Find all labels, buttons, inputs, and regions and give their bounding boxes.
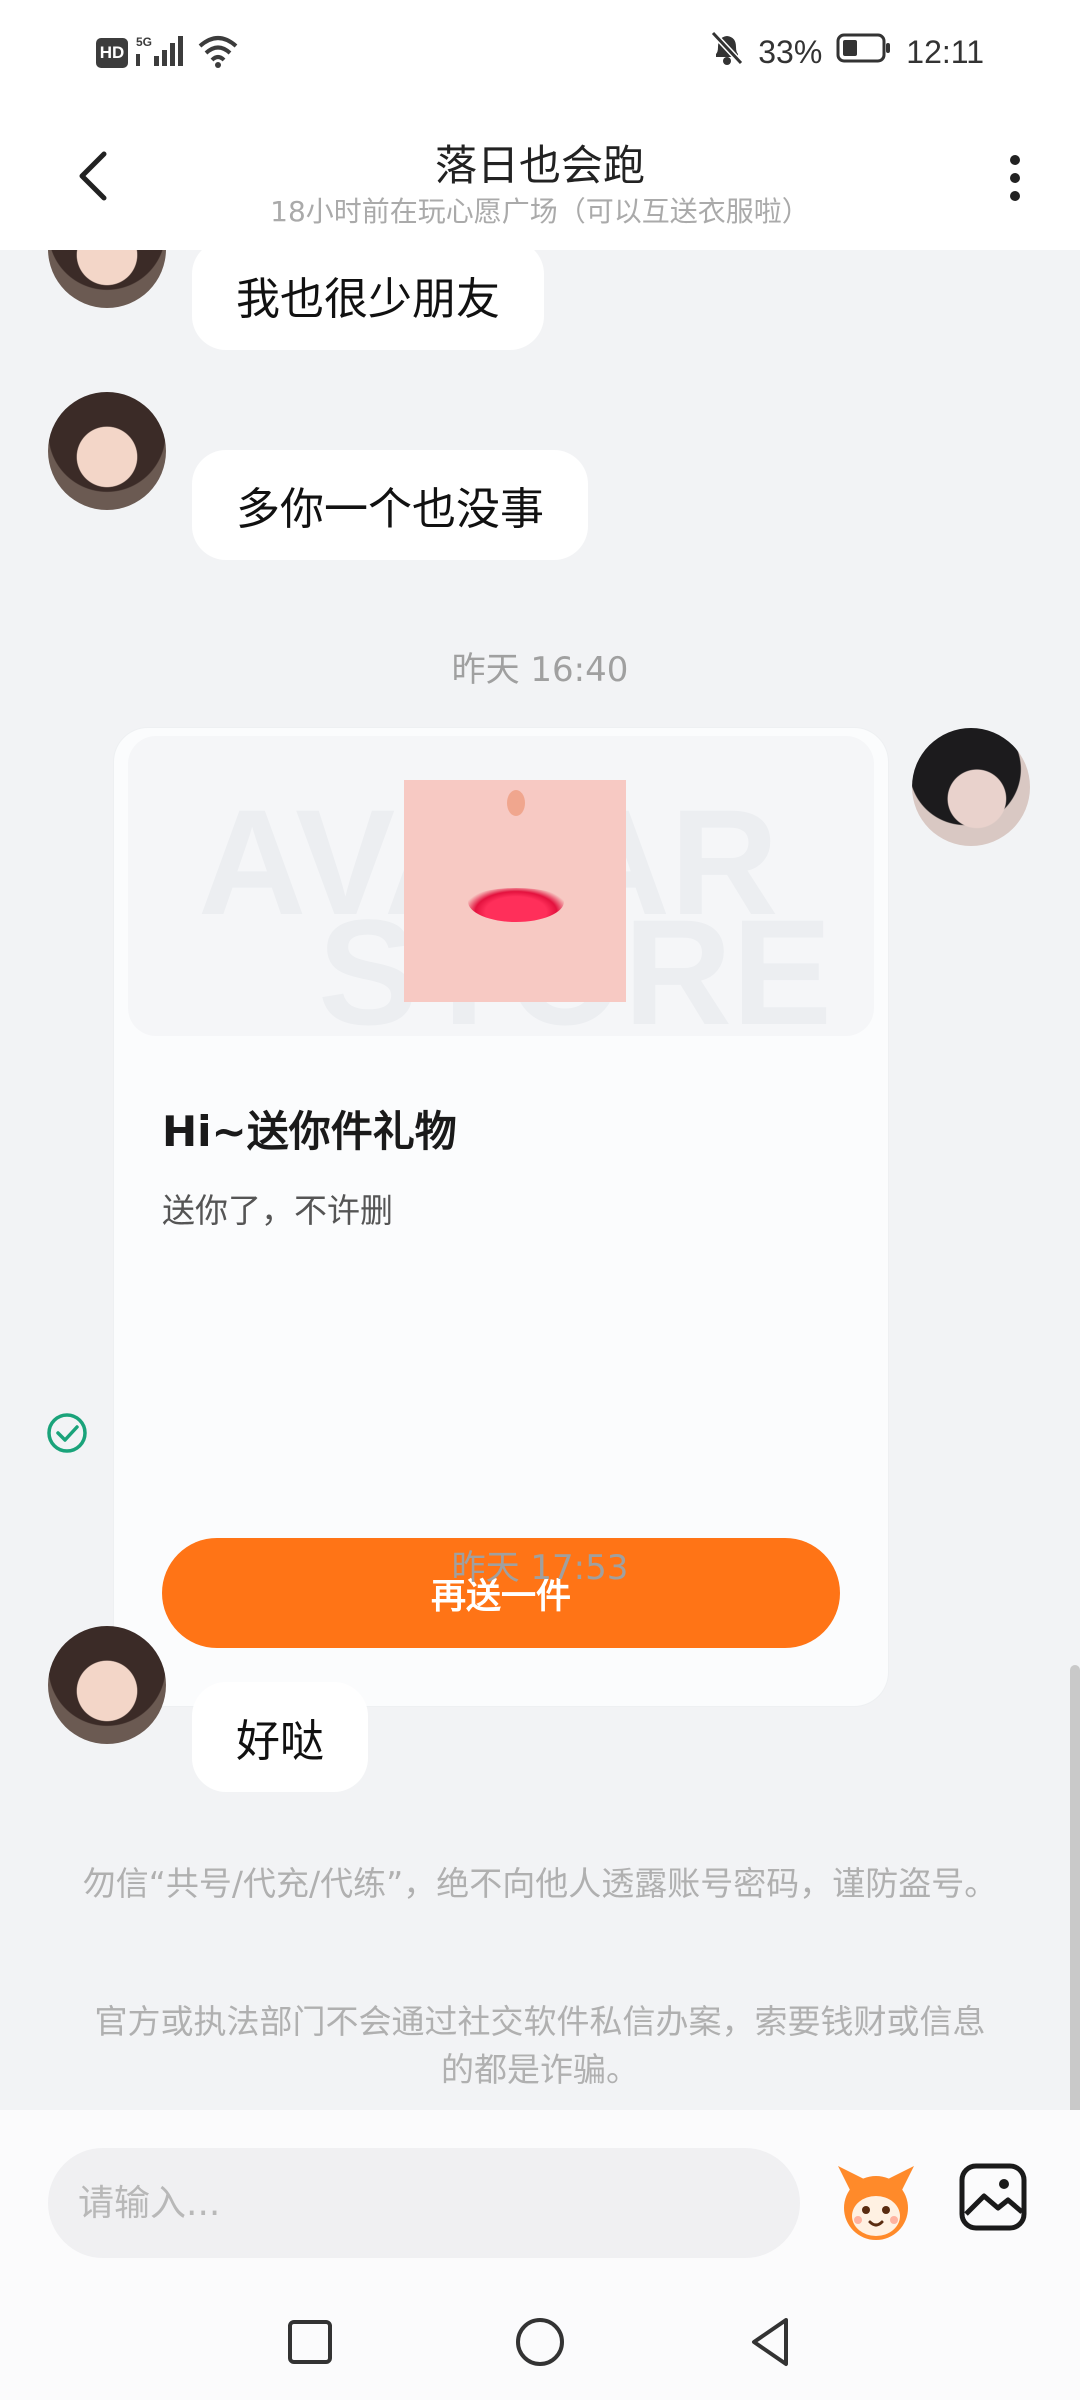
triangle-back-icon — [752, 2318, 788, 2366]
mascot-sticker-icon — [838, 2166, 914, 2240]
contact-avatar[interactable] — [48, 1626, 166, 1744]
message-bubble[interactable]: 多你一个也没事 — [192, 450, 588, 560]
status-right: 33% 12:11 — [710, 30, 984, 74]
gift-banner: AVATAR STORE — [128, 736, 874, 1036]
scrollbar[interactable] — [1070, 1665, 1080, 2110]
wifi-icon — [198, 34, 238, 72]
recent-apps-button[interactable] — [280, 2312, 340, 2372]
hd-badge: HD — [96, 38, 128, 68]
message-bubble[interactable]: 好哒 — [192, 1682, 368, 1792]
clock: 12:11 — [906, 33, 984, 70]
message-text: 多你一个也没事 — [236, 484, 544, 535]
system-nav-bar — [0, 2290, 1080, 2400]
fraud-notice: 官方或执法部门不会通过社交软件私信办案，索要钱财或信息的都是诈骗。 — [94, 2002, 986, 2089]
message-input[interactable] — [48, 2148, 800, 2258]
gift-image — [404, 780, 626, 1002]
gift-description: 送你了，不许删 — [162, 1191, 393, 1230]
gift-title: Hi~送你件礼物 — [162, 1107, 457, 1156]
gift-image-lips — [468, 888, 564, 922]
image-icon — [959, 2163, 1027, 2231]
sticker-button[interactable] — [834, 2160, 918, 2244]
more-vertical-icon — [1010, 155, 1020, 201]
status-bar: HD 5G 33% 12:11 — [0, 0, 1080, 110]
message-text: 我也很少朋友 — [236, 274, 500, 325]
timestamp: 昨天 17:53 — [451, 1548, 629, 1588]
chat-header: 落日也会跑 18小时前在玩心愿广场（可以互送衣服啦） — [0, 110, 1080, 250]
contact-avatar[interactable] — [48, 392, 166, 510]
my-avatar[interactable] — [912, 728, 1030, 846]
input-bar — [0, 2110, 1080, 2290]
contact-avatar[interactable] — [48, 250, 166, 308]
gift-image-nose — [507, 790, 525, 816]
chat-subtitle: 18小时前在玩心愿广场（可以互送衣服啦） — [270, 195, 810, 228]
mute-bell-icon — [710, 30, 744, 74]
battery-percent: 33% — [758, 33, 823, 70]
security-notice: 勿信“共号/代充/代练”，绝不向他人透露账号密码，谨防盗号。 — [82, 1864, 998, 1903]
square-icon — [288, 2320, 332, 2364]
sent-check-icon — [46, 1412, 88, 1454]
message-text: 好哒 — [236, 1716, 324, 1767]
circle-icon — [516, 2318, 564, 2366]
timestamp: 昨天 16:40 — [451, 650, 629, 690]
chat-messages[interactable]: 我也很少朋友 多你一个也没事 昨天 16:40 AVATAR STORE Hi~… — [0, 250, 1080, 2110]
more-options-button[interactable] — [1000, 150, 1030, 210]
message-bubble[interactable]: 我也很少朋友 — [192, 250, 544, 350]
battery-icon — [836, 33, 892, 71]
image-button[interactable] — [958, 2162, 1028, 2232]
chat-title: 落日也会跑 — [434, 141, 645, 190]
network-type-label: 5G — [136, 35, 152, 49]
signal-icon: 5G — [136, 34, 190, 72]
back-nav-button[interactable] — [740, 2312, 800, 2372]
home-button[interactable] — [510, 2312, 570, 2372]
status-left: HD 5G — [96, 34, 238, 72]
